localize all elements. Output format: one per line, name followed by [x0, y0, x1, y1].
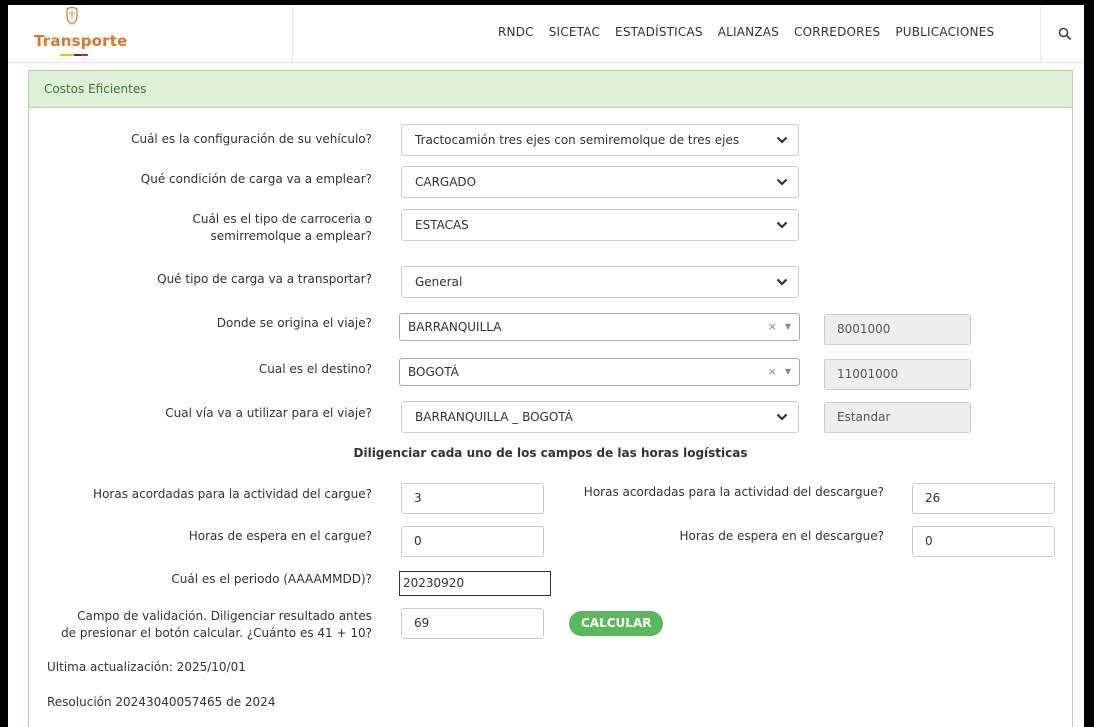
- destination-label: Cual es el destino?: [258, 362, 372, 376]
- page-frame: Transporte RNDC SICETAC ESTADÍSTICAS ALI…: [8, 5, 1084, 727]
- route-select[interactable]: BARRANQUILLA _ BOGOTÁ: [401, 401, 799, 433]
- flag-stripe: [60, 54, 88, 58]
- route-value: BARRANQUILLA _ BOGOTÁ: [415, 410, 573, 424]
- resolution-text: Resolución 20243040057465 de 2024: [47, 695, 276, 709]
- chevron-down-icon: [776, 136, 788, 144]
- clear-icon[interactable]: ×: [768, 359, 777, 385]
- load-condition-label: Qué condición de carga va a emplear?: [140, 172, 372, 186]
- destination-select[interactable]: BOGOTÁ × ▼: [399, 358, 800, 386]
- clear-icon[interactable]: ×: [768, 314, 777, 340]
- calculate-button[interactable]: CALCULAR: [569, 611, 664, 636]
- brand-name: Transporte: [34, 32, 128, 50]
- load-wait-input[interactable]: 0: [401, 526, 544, 557]
- main-nav: RNDC SICETAC ESTADÍSTICAS ALIANZAS CORRE…: [498, 25, 1009, 39]
- load-wait-label: Horas de espera en el cargue?: [188, 529, 372, 543]
- unload-hours-label: Horas acordadas para la actividad del de…: [583, 485, 884, 499]
- unload-wait-input[interactable]: 0: [912, 526, 1055, 557]
- nav-rndc[interactable]: RNDC: [498, 25, 534, 39]
- vehicle-config-value: Tractocamión tres ejes con semiremolque …: [415, 133, 740, 147]
- crest-icon: [66, 7, 78, 25]
- unload-hours-input[interactable]: 26: [912, 483, 1055, 514]
- chevron-down-icon: [776, 178, 788, 186]
- route-type-field: Estandar: [824, 402, 971, 433]
- load-condition-value: CARGADO: [415, 175, 477, 189]
- last-update-text: Ultima actualización: 2025/10/01: [47, 660, 246, 674]
- destination-value: BOGOTÁ: [408, 365, 459, 379]
- caret-down-icon: ▼: [784, 367, 791, 376]
- vehicle-config-label: Cuál es la configuración de su vehículo?: [131, 132, 372, 146]
- header-divider: [292, 5, 293, 62]
- brand-logo[interactable]: Transporte: [26, 5, 136, 62]
- destination-code-field: 11001000: [824, 359, 971, 390]
- origin-select[interactable]: BARRANQUILLA × ▼: [399, 313, 800, 341]
- load-hours-input[interactable]: 3: [401, 483, 544, 514]
- chevron-down-icon: [776, 413, 788, 421]
- unload-wait-label: Horas de espera en el descargue?: [679, 529, 884, 543]
- vehicle-config-select[interactable]: Tractocamión tres ejes con semiremolque …: [401, 124, 799, 156]
- logistics-title: Diligenciar cada uno de los campos de la…: [353, 446, 748, 460]
- route-label: Cual vía va a utilizar para el viaje?: [165, 406, 372, 420]
- nav-publicaciones[interactable]: PUBLICACIONES: [895, 25, 994, 39]
- nav-alianzas[interactable]: ALIANZAS: [718, 25, 779, 39]
- load-condition-select[interactable]: CARGADO: [401, 166, 799, 198]
- costos-panel: Costos Eficientes Cuál es la configuraci…: [28, 70, 1073, 727]
- nav-sicetac[interactable]: SICETAC: [549, 25, 600, 39]
- search-divider: [1040, 5, 1041, 62]
- origin-label: Donde se origina el viaje?: [216, 316, 372, 330]
- search-icon[interactable]: [1058, 27, 1072, 41]
- load-hours-label: Horas acordadas para la actividad del ca…: [93, 487, 372, 501]
- nav-corredores[interactable]: CORREDORES: [794, 25, 880, 39]
- validation-input[interactable]: 69: [401, 608, 544, 639]
- body-type-select[interactable]: ESTACAS: [401, 209, 799, 241]
- cargo-type-label: Qué tipo de carga va a transportar?: [157, 272, 372, 286]
- period-input[interactable]: 20230920: [399, 571, 551, 596]
- site-header: Transporte RNDC SICETAC ESTADÍSTICAS ALI…: [8, 5, 1084, 63]
- origin-code-field: 8001000: [824, 314, 971, 345]
- cargo-type-value: General: [415, 275, 463, 289]
- period-label: Cuál es el periodo (AAAAMMDD)?: [171, 572, 372, 586]
- chevron-down-icon: [776, 221, 788, 229]
- origin-value: BARRANQUILLA: [408, 320, 502, 334]
- panel-title: Costos Eficientes: [29, 71, 1072, 108]
- chevron-down-icon: [776, 278, 788, 286]
- caret-down-icon: ▼: [784, 322, 791, 331]
- nav-estadisticas[interactable]: ESTADÍSTICAS: [615, 25, 703, 39]
- body-type-label: Cuál es el tipo de carroceria o semirrem…: [192, 212, 372, 243]
- validation-label: Campo de validación. Diligenciar resulta…: [61, 609, 372, 640]
- body-type-value: ESTACAS: [415, 218, 469, 232]
- cargo-type-select[interactable]: General: [401, 266, 799, 298]
